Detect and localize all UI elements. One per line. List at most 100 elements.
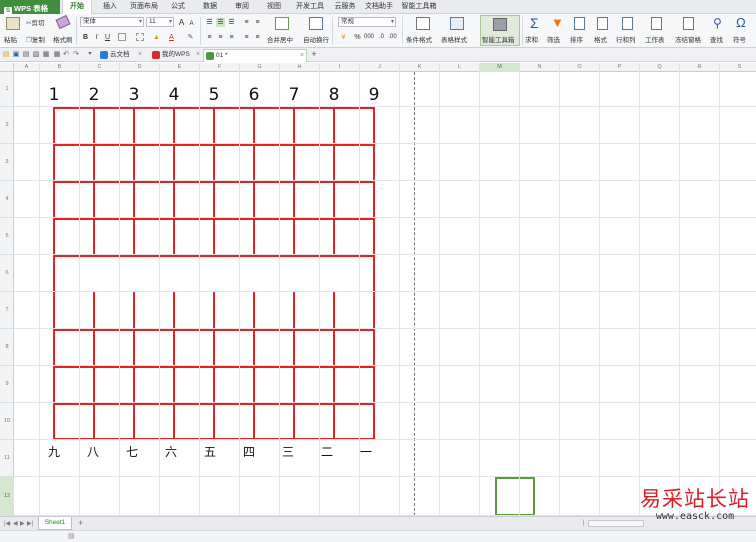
row-header-2[interactable]: 2 — [0, 107, 14, 144]
font-color-icon[interactable]: A — [167, 33, 176, 42]
save-icon[interactable]: ▣ — [12, 50, 20, 59]
column-header-e[interactable]: E — [160, 63, 200, 72]
paste-button[interactable]: 粘贴 — [4, 34, 17, 44]
column-header-h[interactable]: H — [280, 63, 320, 72]
border-icon[interactable] — [118, 33, 126, 41]
decrease-font-icon[interactable]: A — [187, 19, 196, 28]
horizontal-scrollbar[interactable] — [588, 520, 644, 527]
bold-button[interactable]: B — [81, 33, 90, 42]
close-icon[interactable]: × — [300, 50, 304, 62]
column-header-m[interactable]: M — [480, 63, 520, 72]
justify-icon[interactable]: ≡ — [242, 33, 251, 42]
freeze-panes-button[interactable]: 冻结窗格 — [675, 34, 701, 44]
merge-center-button[interactable]: 合并居中 — [267, 34, 293, 44]
column-header-f[interactable]: F — [200, 63, 240, 72]
scroll-left-icon[interactable]: | — [583, 520, 585, 526]
row-header-11[interactable]: 11 — [0, 440, 14, 477]
last-sheet-icon[interactable]: ▶| — [27, 520, 33, 527]
align-right-icon[interactable]: ≡ — [227, 33, 236, 42]
format-button[interactable]: 格式 — [594, 34, 607, 44]
row-header-9[interactable]: 9 — [0, 366, 14, 403]
print-icon[interactable]: ▧ — [32, 50, 40, 59]
indent-icon[interactable]: ≡ — [242, 18, 251, 27]
row-header-1[interactable]: 1 — [0, 72, 14, 107]
align-left-icon[interactable]: ≡ — [205, 33, 214, 42]
filter-button[interactable]: 筛选 — [547, 34, 560, 44]
column-header-q[interactable]: Q — [640, 63, 680, 72]
tab-home[interactable]: 开始 — [62, 0, 92, 15]
decrease-decimal-icon[interactable]: .00 — [388, 33, 397, 42]
tab-doc-assistant[interactable]: 文档助手 — [362, 0, 396, 14]
column-header-o[interactable]: O — [560, 63, 600, 72]
font-name-select[interactable]: 宋体 — [80, 17, 144, 27]
currency-icon[interactable]: ¥ — [339, 33, 348, 42]
tab-view[interactable]: 视图 — [262, 0, 286, 14]
add-sheet-plus-icon[interactable]: + — [78, 518, 83, 528]
align-middle-icon[interactable]: ☰ — [216, 18, 225, 27]
column-header-p[interactable]: P — [600, 63, 640, 72]
align-top-icon[interactable]: ☰ — [205, 18, 214, 27]
print-preview-icon[interactable]: ▤ — [22, 50, 30, 59]
align-center-icon[interactable]: ≡ — [216, 33, 225, 42]
number-format-select[interactable]: 常规 — [338, 17, 396, 27]
format-painter-button[interactable]: 格式刷 — [53, 34, 73, 44]
column-header-j[interactable]: J — [360, 63, 400, 72]
doc-tab-01[interactable]: 01 * × — [203, 49, 307, 62]
tab-insert[interactable]: 插入 — [97, 0, 123, 14]
align-bottom-icon[interactable]: ☰ — [227, 18, 236, 27]
row-header-6[interactable]: 6 — [0, 255, 14, 292]
doc-tab-my-wps[interactable]: 我的WPS × — [150, 49, 202, 62]
prev-sheet-icon[interactable]: ◀ — [13, 520, 18, 527]
column-header-g[interactable]: G — [240, 63, 280, 72]
column-header-n[interactable]: N — [520, 63, 560, 72]
column-header-b[interactable]: B — [40, 63, 80, 72]
tab-formulas[interactable]: 公式 — [166, 0, 190, 14]
row-header-10[interactable]: 10 — [0, 403, 14, 440]
find-button[interactable]: 查找 — [710, 34, 723, 44]
column-header-s[interactable]: S — [720, 63, 756, 72]
row-header-3[interactable]: 3 — [0, 144, 14, 181]
underline-button[interactable]: U — [103, 33, 112, 42]
quick-access-dropdown-icon[interactable]: ▾ — [86, 50, 94, 59]
sum-button[interactable]: 求和 — [525, 34, 538, 44]
conditional-format-button[interactable]: 条件格式 — [406, 34, 432, 44]
distribute-icon[interactable]: ≡ — [253, 33, 262, 42]
table-style-button[interactable]: 表格样式 — [441, 34, 467, 44]
symbol-button[interactable]: 符号 — [733, 34, 746, 44]
column-header-r[interactable]: R — [680, 63, 720, 72]
outdent-icon[interactable]: ≡ — [253, 18, 262, 27]
row-header-7[interactable]: 7 — [0, 292, 14, 329]
worksheet-button[interactable]: 工作表 — [645, 34, 665, 44]
copy-button[interactable]: ❐复制 — [26, 34, 45, 44]
column-header-d[interactable]: D — [120, 63, 160, 72]
tab-review[interactable]: 审阅 — [230, 0, 254, 14]
wrap-text-button[interactable]: 自动换行 — [303, 34, 329, 44]
tab-data[interactable]: 数据 — [198, 0, 222, 14]
export-pdf-icon[interactable]: ▦ — [42, 50, 50, 59]
select-all-corner[interactable] — [0, 63, 14, 72]
paste-icon[interactable] — [6, 17, 20, 30]
increase-font-icon[interactable]: A — [177, 18, 186, 27]
thousands-icon[interactable]: 000 — [364, 33, 374, 42]
close-icon[interactable]: × — [196, 49, 200, 61]
fill-color-icon[interactable]: ▲ — [152, 33, 161, 42]
column-header-i[interactable]: I — [320, 63, 360, 72]
sheet-tab-sheet1[interactable]: Sheet1 — [38, 517, 72, 530]
increase-decimal-icon[interactable]: .0 — [377, 33, 386, 42]
italic-button[interactable]: I — [92, 33, 101, 42]
undo-icon[interactable]: ↶ — [62, 50, 70, 59]
first-sheet-icon[interactable]: |◀ — [4, 520, 10, 527]
column-header-a[interactable]: A — [14, 63, 40, 72]
row-header-12[interactable]: 12 — [0, 477, 14, 516]
row-col-button[interactable]: 行和列 — [616, 34, 636, 44]
active-cell[interactable] — [495, 477, 535, 516]
column-header-c[interactable]: C — [80, 63, 120, 72]
column-header-k[interactable]: K — [400, 63, 440, 72]
row-header-5[interactable]: 5 — [0, 218, 14, 255]
sort-button[interactable]: 排序 — [570, 34, 583, 44]
tab-smart-toolbox[interactable]: 智能工具箱 — [399, 0, 439, 14]
new-tab-plus-icon[interactable]: + — [310, 50, 318, 59]
doc-tab-cloud-docs[interactable]: 云文档 × — [98, 49, 144, 62]
cut-button[interactable]: ✂剪切 — [26, 17, 44, 27]
row-header-8[interactable]: 8 — [0, 329, 14, 366]
